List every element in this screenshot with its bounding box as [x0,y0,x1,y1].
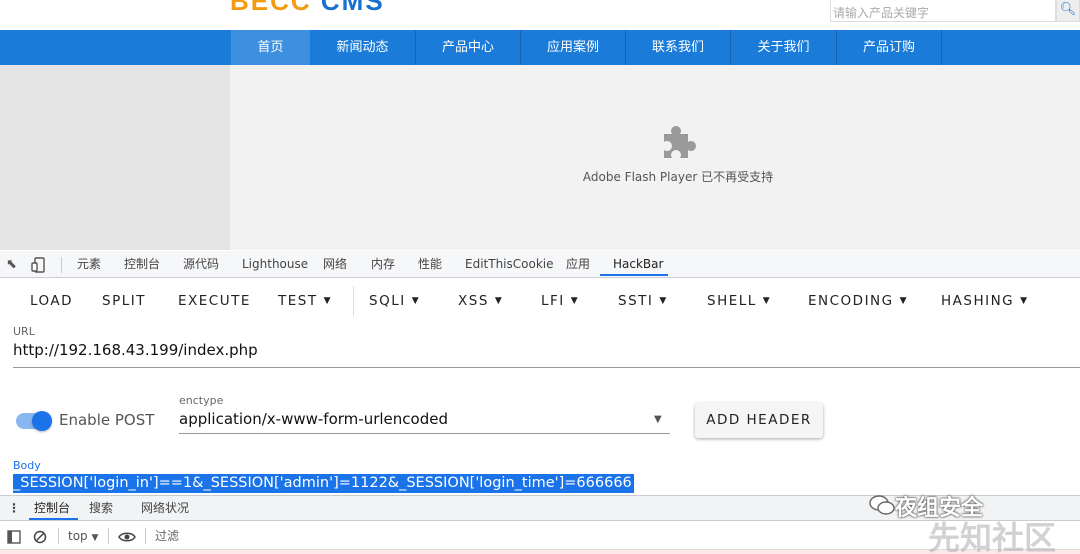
device-toggle-icon[interactable] [31,251,47,278]
tab-lighthouse[interactable]: Lighthouse [242,251,308,278]
caret-down-icon: ▼ [91,533,99,543]
console-error-strip [0,550,1080,554]
toolbar-divider [61,257,62,273]
eye-icon[interactable] [118,522,136,550]
test-label: TEST [278,293,318,309]
site-navbar: 首页 新闻动态 产品中心 应用案例 联系我们 关于我们 产品订购 [0,30,1080,65]
flash-unsupported-message: Adobe Flash Player 已不再受支持 [582,170,774,184]
context-label: top [68,529,88,543]
caret-down-icon: ▼ [323,296,333,306]
plugin-puzzle-icon [664,126,696,158]
caret-down-icon: ▼ [659,296,668,306]
body-label: Body [13,459,41,472]
nav-item-news[interactable]: 新闻动态 [310,30,415,65]
console-toolbar: top ▼ 过滤 [0,522,1080,550]
site-logo[interactable]: BECC CMS [230,0,385,17]
toggle-knob[interactable] [32,411,52,431]
hashing-dropdown[interactable]: HASHING ▼ [941,279,1029,323]
active-tab-indicator [600,274,668,276]
context-select[interactable]: top ▼ [68,522,98,550]
url-label: URL [13,325,35,338]
toolbar-divider [145,528,146,544]
caret-down-icon: ▼ [570,296,580,306]
inspect-element-icon[interactable]: ⬉ [6,251,17,278]
hackbar-toolbar: LOAD SPLIT EXECUTE TEST ▼ SQLI ▼ XSS ▼ LFI ▼… [0,279,1080,323]
toolbar-divider [108,528,109,544]
tab-elements[interactable]: 元素 [77,251,101,278]
caret-down-icon: ▼ [494,296,504,306]
shell-label: SHELL [707,293,757,309]
nav-item-order[interactable]: 产品订购 [837,30,941,65]
tab-editthiscookie[interactable]: EditThisCookie [465,251,554,278]
split-button[interactable]: SPLIT [102,279,146,323]
clear-console-icon[interactable] [33,522,47,550]
enctype-underline [179,433,670,434]
drawer-menu-icon[interactable]: ⋮ [8,496,20,521]
nav-item-cases[interactable]: 应用案例 [521,30,625,65]
nav-item-about[interactable]: 关于我们 [731,30,836,65]
caret-down-icon: ▼ [762,296,772,306]
search-icon[interactable]: 🔍︎ [1056,0,1080,22]
body-textarea[interactable]: _SESSION['login_in']==1&_SESSION['admin'… [13,474,634,493]
sqli-label: SQLI [369,293,406,309]
ssti-dropdown[interactable]: SSTI ▼ [618,279,668,323]
drawer-tab-search[interactable]: 搜索 [89,496,113,521]
tab-sources[interactable]: 源代码 [183,251,219,278]
drawer-tab-network-conditions[interactable]: 网络状况 [141,496,189,521]
xss-dropdown[interactable]: XSS ▼ [458,279,503,323]
site-search-input[interactable]: 请输入产品关键字 [830,0,1056,22]
caret-down-icon: ▼ [411,296,421,306]
execute-button[interactable]: EXECUTE [178,279,251,323]
lfi-dropdown[interactable]: LFI ▼ [541,279,579,323]
tab-network[interactable]: 网络 [323,251,347,278]
enable-post-label: Enable POST [59,411,155,429]
add-header-button[interactable]: ADD HEADER [695,403,823,438]
nav-divider [941,30,942,65]
url-input[interactable]: http://192.168.43.199/index.php [13,341,258,359]
devtools-tabbar: ⬉ 元素 控制台 源代码 Lighthouse 网络 内存 性能 EditThi… [0,251,1080,278]
tab-memory[interactable]: 内存 [371,251,395,278]
hashing-label: HASHING [941,293,1015,309]
caret-down-icon: ▼ [899,296,909,306]
logo-text-part1: BECC [230,0,312,16]
tab-performance[interactable]: 性能 [418,251,442,278]
nav-item-home[interactable]: 首页 [231,30,310,65]
logo-text-part2: CMS [320,0,385,16]
sidebar-toggle-icon[interactable] [7,522,21,550]
sqli-dropdown[interactable]: SQLI ▼ [369,279,420,323]
shell-dropdown[interactable]: SHELL ▼ [707,279,771,323]
load-button[interactable]: LOAD [30,279,73,323]
toolbar-divider [58,528,59,544]
encoding-dropdown[interactable]: ENCODING ▼ [808,279,908,323]
enctype-label: enctype [179,394,224,407]
tab-console[interactable]: 控制台 [124,251,160,278]
toolbar-divider [353,286,354,316]
drawer-active-indicator [29,518,78,520]
lfi-label: LFI [541,293,565,309]
xss-label: XSS [458,293,489,309]
tab-application[interactable]: 应用 [566,251,590,278]
flash-placeholder [230,65,1080,250]
test-dropdown[interactable]: TEST ▼ [278,279,332,323]
encoding-label: ENCODING [808,293,894,309]
watermark-line2: 先知社区 [928,519,1057,554]
enctype-select[interactable]: application/x-www-form-urlencoded [179,410,448,428]
nav-item-products[interactable]: 产品中心 [416,30,520,65]
url-underline [13,367,1080,368]
wechat-icon [869,495,895,515]
ssti-label: SSTI [618,293,654,309]
chevron-down-icon[interactable]: ▼ [654,414,662,425]
caret-down-icon: ▼ [1020,296,1029,306]
nav-item-contact[interactable]: 联系我们 [626,30,730,65]
console-filter-input[interactable]: 过滤 [155,522,179,550]
left-banner-panel [0,65,230,250]
